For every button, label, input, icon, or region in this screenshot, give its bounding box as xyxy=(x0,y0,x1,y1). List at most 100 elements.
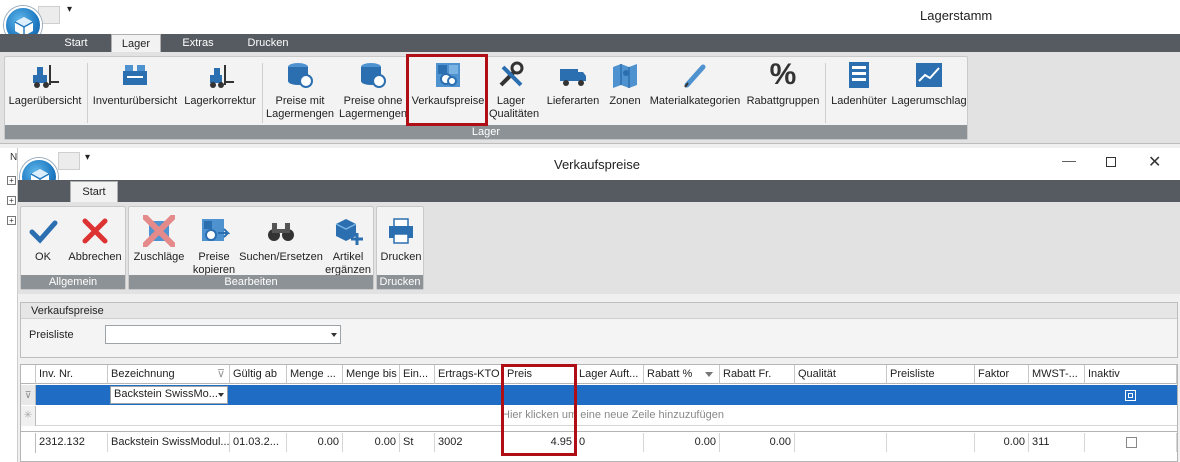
tools-icon xyxy=(499,61,524,87)
cell-rabatt-fr[interactable]: 0.00 xyxy=(720,433,795,452)
preise-ohne-lagermengen-button[interactable]: Preise ohne Lagermengen xyxy=(339,59,407,121)
ribbon-group-label: Lager xyxy=(5,125,967,139)
quick-access-dropdown-icon[interactable]: ▾ xyxy=(67,4,72,15)
column-header[interactable]: Ein... xyxy=(400,365,435,384)
cell-mwst[interactable]: 311 xyxy=(1029,433,1085,452)
child-tab-start[interactable]: Start xyxy=(70,181,118,202)
coin-stack-icon xyxy=(361,63,386,88)
ribbon-label: Zonen xyxy=(609,95,641,107)
main-ribbon: Lagerübersicht Inventurübersicht Lagerko… xyxy=(0,52,1180,144)
percent-icon: % xyxy=(769,58,797,91)
column-header[interactable]: Gültig ab xyxy=(230,365,287,384)
ribbon-label: OK xyxy=(35,251,51,263)
column-header[interactable]: Ertrags-KTO xyxy=(435,365,504,384)
cell-lager-auft[interactable]: 0 xyxy=(576,433,644,452)
preise-mit-lagermengen-button[interactable]: Preise mit Lagermengen xyxy=(265,59,335,121)
column-header[interactable]: Rabatt Fr. xyxy=(720,365,795,384)
quick-access-dropdown-icon[interactable]: ▾ xyxy=(85,152,90,163)
tab-start[interactable]: Start xyxy=(52,34,100,52)
lageruebersicht-button[interactable]: Lagerübersicht xyxy=(5,59,85,108)
cell-inaktiv[interactable] xyxy=(1085,433,1177,452)
ladenhueter-button[interactable]: Ladenhüter xyxy=(829,59,889,108)
maximize-icon[interactable] xyxy=(1106,157,1116,167)
chevron-down-icon xyxy=(218,393,224,397)
column-header[interactable]: Preisliste xyxy=(887,365,975,384)
cell-ertrags-kto[interactable]: 3002 xyxy=(435,433,504,452)
preisliste-dropdown[interactable] xyxy=(105,325,341,344)
cell-bezeichnung[interactable]: Backstein SwissModul... xyxy=(108,433,230,452)
ribbon-label: Preise mit Lagermengen xyxy=(266,95,334,120)
cell-menge-von[interactable]: 0.00 xyxy=(287,433,343,452)
ribbon-group-drucken: Drucken Drucken xyxy=(376,206,424,290)
ribbon-group-label: Bearbeiten xyxy=(129,275,373,289)
section-title: Verkaufspreise xyxy=(21,303,1177,319)
quick-access-box[interactable] xyxy=(58,152,80,170)
tree-expand-icon[interactable]: + xyxy=(7,216,16,225)
lieferarten-button[interactable]: Lieferarten xyxy=(543,59,603,108)
row-indicator xyxy=(21,433,36,453)
bezeichnung-filter-dropdown[interactable]: Backstein SwissMo... xyxy=(110,386,228,404)
cell-rabatt-pct[interactable]: 0.00 xyxy=(644,433,720,452)
column-header[interactable]: Qualität xyxy=(795,365,887,384)
new-row[interactable]: Hier klicken um eine neue Zeile hinzuzuf… xyxy=(36,406,1177,426)
row-divider xyxy=(21,431,1177,432)
filter-combo-value: Backstein SwissMo... xyxy=(114,388,218,400)
column-header[interactable]: Inaktiv xyxy=(1085,365,1177,384)
surcharge-icon xyxy=(143,215,175,247)
cell-faktor[interactable]: 0.00 xyxy=(975,433,1029,452)
column-header[interactable]: Menge bis xyxy=(343,365,400,384)
ok-button[interactable]: OK xyxy=(23,215,63,264)
pencil-icon xyxy=(684,64,706,88)
lagerumschlag-button[interactable]: Lagerumschlag xyxy=(891,59,967,108)
cell-gueltig-ab[interactable]: 01.03.2... xyxy=(230,433,287,452)
ribbon-label: Zuschläge xyxy=(133,251,185,263)
tab-extras[interactable]: Extras xyxy=(170,34,226,52)
tree-expand-icon[interactable]: + xyxy=(7,176,16,185)
cell-preisliste[interactable] xyxy=(887,433,975,452)
materialkategorien-button[interactable]: Materialkategorien xyxy=(647,59,743,108)
lagerkorrektur-button[interactable]: Lagerkorrektur xyxy=(183,59,257,108)
ribbon-group-bearbeiten: Zuschläge Preise kopieren Suchen/Ersetze… xyxy=(128,206,374,290)
window-title: Lagerstamm xyxy=(920,8,993,23)
chart-line-icon xyxy=(916,63,942,87)
abbrechen-button[interactable]: Abbrechen xyxy=(65,215,125,264)
zonen-button[interactable]: Zonen xyxy=(605,59,645,108)
tab-drucken[interactable]: Drucken xyxy=(234,34,302,52)
suchen-ersetzen-button[interactable]: Suchen/Ersetzen xyxy=(239,215,323,264)
drucken-button[interactable]: Drucken xyxy=(379,215,423,264)
rabattgruppen-button[interactable]: % Rabattgruppen xyxy=(745,59,821,108)
sort-icon xyxy=(705,372,713,377)
close-window-icon[interactable]: ✕ xyxy=(1148,152,1161,172)
ribbon-group-label: Drucken xyxy=(377,275,423,289)
forklift-icon xyxy=(33,65,59,88)
ribbon-label: Lagerübersicht xyxy=(8,95,82,107)
cell-inv-nr[interactable]: 2312.132 xyxy=(36,433,108,452)
column-header[interactable]: Bezeichnung ⊽ xyxy=(108,365,230,384)
column-header[interactable]: Menge ... xyxy=(287,365,343,384)
cell-menge-bis[interactable]: 0.00 xyxy=(343,433,400,452)
inaktiv-checkbox[interactable] xyxy=(1126,436,1137,448)
inventuruebersicht-button[interactable]: Inventurübersicht xyxy=(89,59,181,108)
add-cube-icon xyxy=(335,219,363,245)
column-header[interactable]: Lager Auft... xyxy=(576,365,644,384)
filter-icon[interactable]: ⊽ xyxy=(217,365,225,383)
cell-einheit[interactable]: St xyxy=(400,433,435,452)
tree-expand-icon[interactable]: + xyxy=(7,196,16,205)
lager-qualitaeten-button[interactable]: Lager Qualitäten xyxy=(489,59,539,121)
cell-qualitaet[interactable] xyxy=(795,433,887,452)
minimize-icon[interactable]: — xyxy=(1062,152,1076,168)
printer-icon xyxy=(389,218,413,244)
preise-kopieren-button[interactable]: Preise kopieren xyxy=(189,215,239,277)
column-header[interactable]: Faktor xyxy=(975,365,1029,384)
ribbon-label: Drucken xyxy=(380,251,422,263)
column-header[interactable]: Inv. Nr. xyxy=(36,365,108,384)
zuschlaege-button[interactable]: Zuschläge xyxy=(131,215,187,264)
artikel-ergaenzen-button[interactable]: Artikel ergänzen xyxy=(323,215,373,277)
column-header[interactable]: MWST-... xyxy=(1029,365,1085,384)
inaktiv-filter-checkbox[interactable] xyxy=(1125,390,1136,401)
column-header[interactable]: Rabatt % xyxy=(644,365,720,384)
child-tab-bar: Start xyxy=(18,180,1180,202)
chevron-down-icon xyxy=(331,333,337,337)
tab-lager[interactable]: Lager xyxy=(111,34,161,53)
ribbon-separator xyxy=(825,63,826,123)
